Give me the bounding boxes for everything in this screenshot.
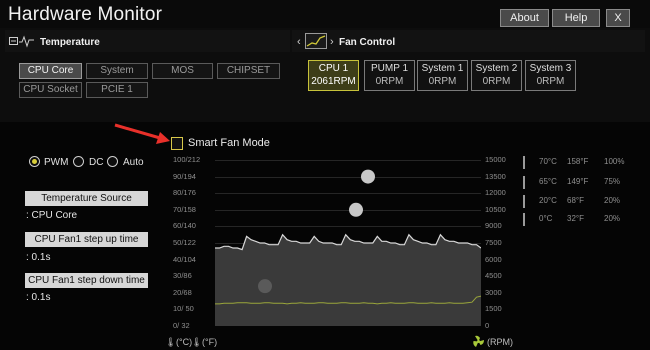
unit-f-label: (°F) — [202, 337, 218, 347]
temperature-history-area — [215, 234, 481, 326]
fan-system1-button[interactable]: System 1 0RPM — [417, 60, 468, 91]
pwm-radio[interactable] — [29, 156, 40, 167]
fan-rpm: 0RPM — [482, 76, 511, 87]
right-axis-tick: 4500 — [485, 271, 502, 281]
curve-temp-c: 20°C — [539, 196, 557, 205]
smart-fan-mode-label: Smart Fan Mode — [188, 137, 270, 149]
step-down-time-value: : 0.1s — [26, 292, 51, 303]
curve-temp-c: 65°C — [539, 177, 557, 186]
curve-pct: 20% — [604, 214, 621, 223]
temp-source-chipset-button[interactable]: CHIPSET — [217, 63, 280, 79]
temp-source-pcie1-button[interactable]: PCIE 1 — [86, 82, 148, 98]
right-axis-tick: 3000 — [485, 287, 502, 297]
unit-rpm-label: (RPM) — [487, 337, 513, 347]
left-axis-tick: 70/158 — [173, 204, 196, 214]
right-axis-tick: 1500 — [485, 304, 502, 314]
curve-temp-f: 158°F — [567, 157, 589, 166]
close-button[interactable]: X — [606, 9, 630, 27]
fan-name: CPU 1 — [318, 63, 349, 74]
temperature-source-value: : CPU Core — [26, 210, 78, 221]
temp-source-cpu-socket-button[interactable]: CPU Socket — [19, 82, 82, 98]
fan-rpm: 0RPM — [375, 76, 404, 87]
thermometer-c-icon: 🌡 — [165, 337, 177, 347]
fan-rpm: 2061RPM — [311, 76, 356, 87]
left-axis-tick: 90/194 — [173, 171, 196, 181]
temp-source-system-button[interactable]: System — [86, 63, 148, 79]
right-axis-tick: 12000 — [485, 188, 506, 198]
about-button[interactable]: About — [500, 9, 549, 27]
curve-temp-f: 149°F — [567, 177, 589, 186]
curve-temp-f: 32°F — [567, 214, 584, 223]
left-axis-tick: 60/140 — [173, 221, 196, 231]
fan-curve-point — [258, 279, 272, 294]
left-axis-tick: 100/212 — [173, 155, 201, 164]
fan-pump1-button[interactable]: PUMP 1 0RPM — [364, 60, 415, 91]
thermometer-f-icon: 🌡 — [191, 337, 203, 347]
help-button[interactable]: Help — [552, 9, 600, 27]
temperature-section-label: Temperature — [40, 37, 100, 48]
right-axis-tick: 10500 — [485, 204, 506, 214]
auto-radio[interactable] — [107, 156, 118, 167]
curve-pct: 20% — [604, 196, 621, 205]
right-axis-tick: 6000 — [485, 254, 502, 264]
left-axis-tick: 80/176 — [173, 188, 196, 198]
left-axis-tick: 40/104 — [173, 254, 196, 264]
left-axis-tick: 30/86 — [173, 271, 192, 281]
temperature-monitor-icon — [9, 35, 34, 48]
fan-curve-icon — [305, 33, 327, 49]
fan-curve-chart[interactable] — [215, 160, 481, 326]
left-axis-tick: 50/122 — [173, 238, 196, 247]
curve-temp-c: 70°C — [539, 157, 557, 166]
left-axis-tick: 10/ 50 — [173, 304, 194, 314]
temp-source-mos-button[interactable]: MOS — [152, 63, 213, 79]
right-axis-tick: 0 — [485, 321, 490, 330]
curve-level-bar — [523, 156, 525, 169]
fan-rpm: 0RPM — [536, 76, 565, 87]
right-axis-tick: 13500 — [485, 171, 506, 181]
fan-system2-button[interactable]: System 2 0RPM — [471, 60, 522, 91]
left-axis-tick: 20/68 — [173, 287, 192, 297]
right-axis-tick: 15000 — [485, 155, 506, 164]
smart-fan-mode-checkbox[interactable] — [171, 137, 183, 150]
curve-level-bar — [523, 176, 525, 189]
unit-c-label: (°C) — [176, 337, 193, 347]
dc-label: DC — [89, 157, 104, 168]
fan-curve-point — [361, 169, 375, 184]
dc-radio[interactable] — [73, 156, 84, 167]
fan-curve-point — [349, 202, 363, 217]
curve-pct: 75% — [604, 177, 621, 186]
fan-control-section-label: Fan Control — [339, 37, 396, 48]
step-up-time-button[interactable]: CPU Fan1 step up time — [25, 232, 148, 247]
curve-temp-c: 0°C — [539, 214, 553, 223]
fan-name: PUMP 1 — [370, 63, 409, 74]
curve-level-bar — [523, 213, 525, 226]
fan-rpm: 0RPM — [428, 76, 457, 87]
chevron-left-icon[interactable]: ‹ — [297, 36, 301, 48]
step-up-time-value: : 0.1s — [26, 252, 51, 263]
curve-pct: 100% — [604, 157, 625, 166]
temp-source-cpu-core-button[interactable]: CPU Core — [19, 63, 82, 79]
fan-cpu1-button[interactable]: CPU 1 2061RPM — [308, 60, 359, 91]
fan-name: System 2 — [475, 63, 518, 74]
pwm-label: PWM — [44, 157, 69, 168]
step-down-time-button[interactable]: CPU Fan1 step down time — [25, 273, 148, 288]
auto-label: Auto — [123, 157, 144, 168]
fan-name: System 3 — [529, 63, 572, 74]
right-axis-tick: 7500 — [485, 238, 502, 247]
curve-level-bar — [523, 195, 525, 208]
right-axis-tick: 9000 — [485, 221, 502, 231]
left-axis-tick: 0/ 32 — [173, 321, 190, 330]
annotation-arrow-icon — [114, 123, 170, 144]
curve-temp-f: 68°F — [567, 196, 584, 205]
fan-system3-button[interactable]: System 3 0RPM — [525, 60, 576, 91]
fan-icon — [473, 335, 484, 347]
chevron-right-icon[interactable]: › — [330, 36, 334, 48]
temperature-source-button[interactable]: Temperature Source — [25, 191, 148, 206]
fan-name: System 1 — [421, 63, 464, 74]
app-title: Hardware Monitor — [8, 4, 163, 25]
